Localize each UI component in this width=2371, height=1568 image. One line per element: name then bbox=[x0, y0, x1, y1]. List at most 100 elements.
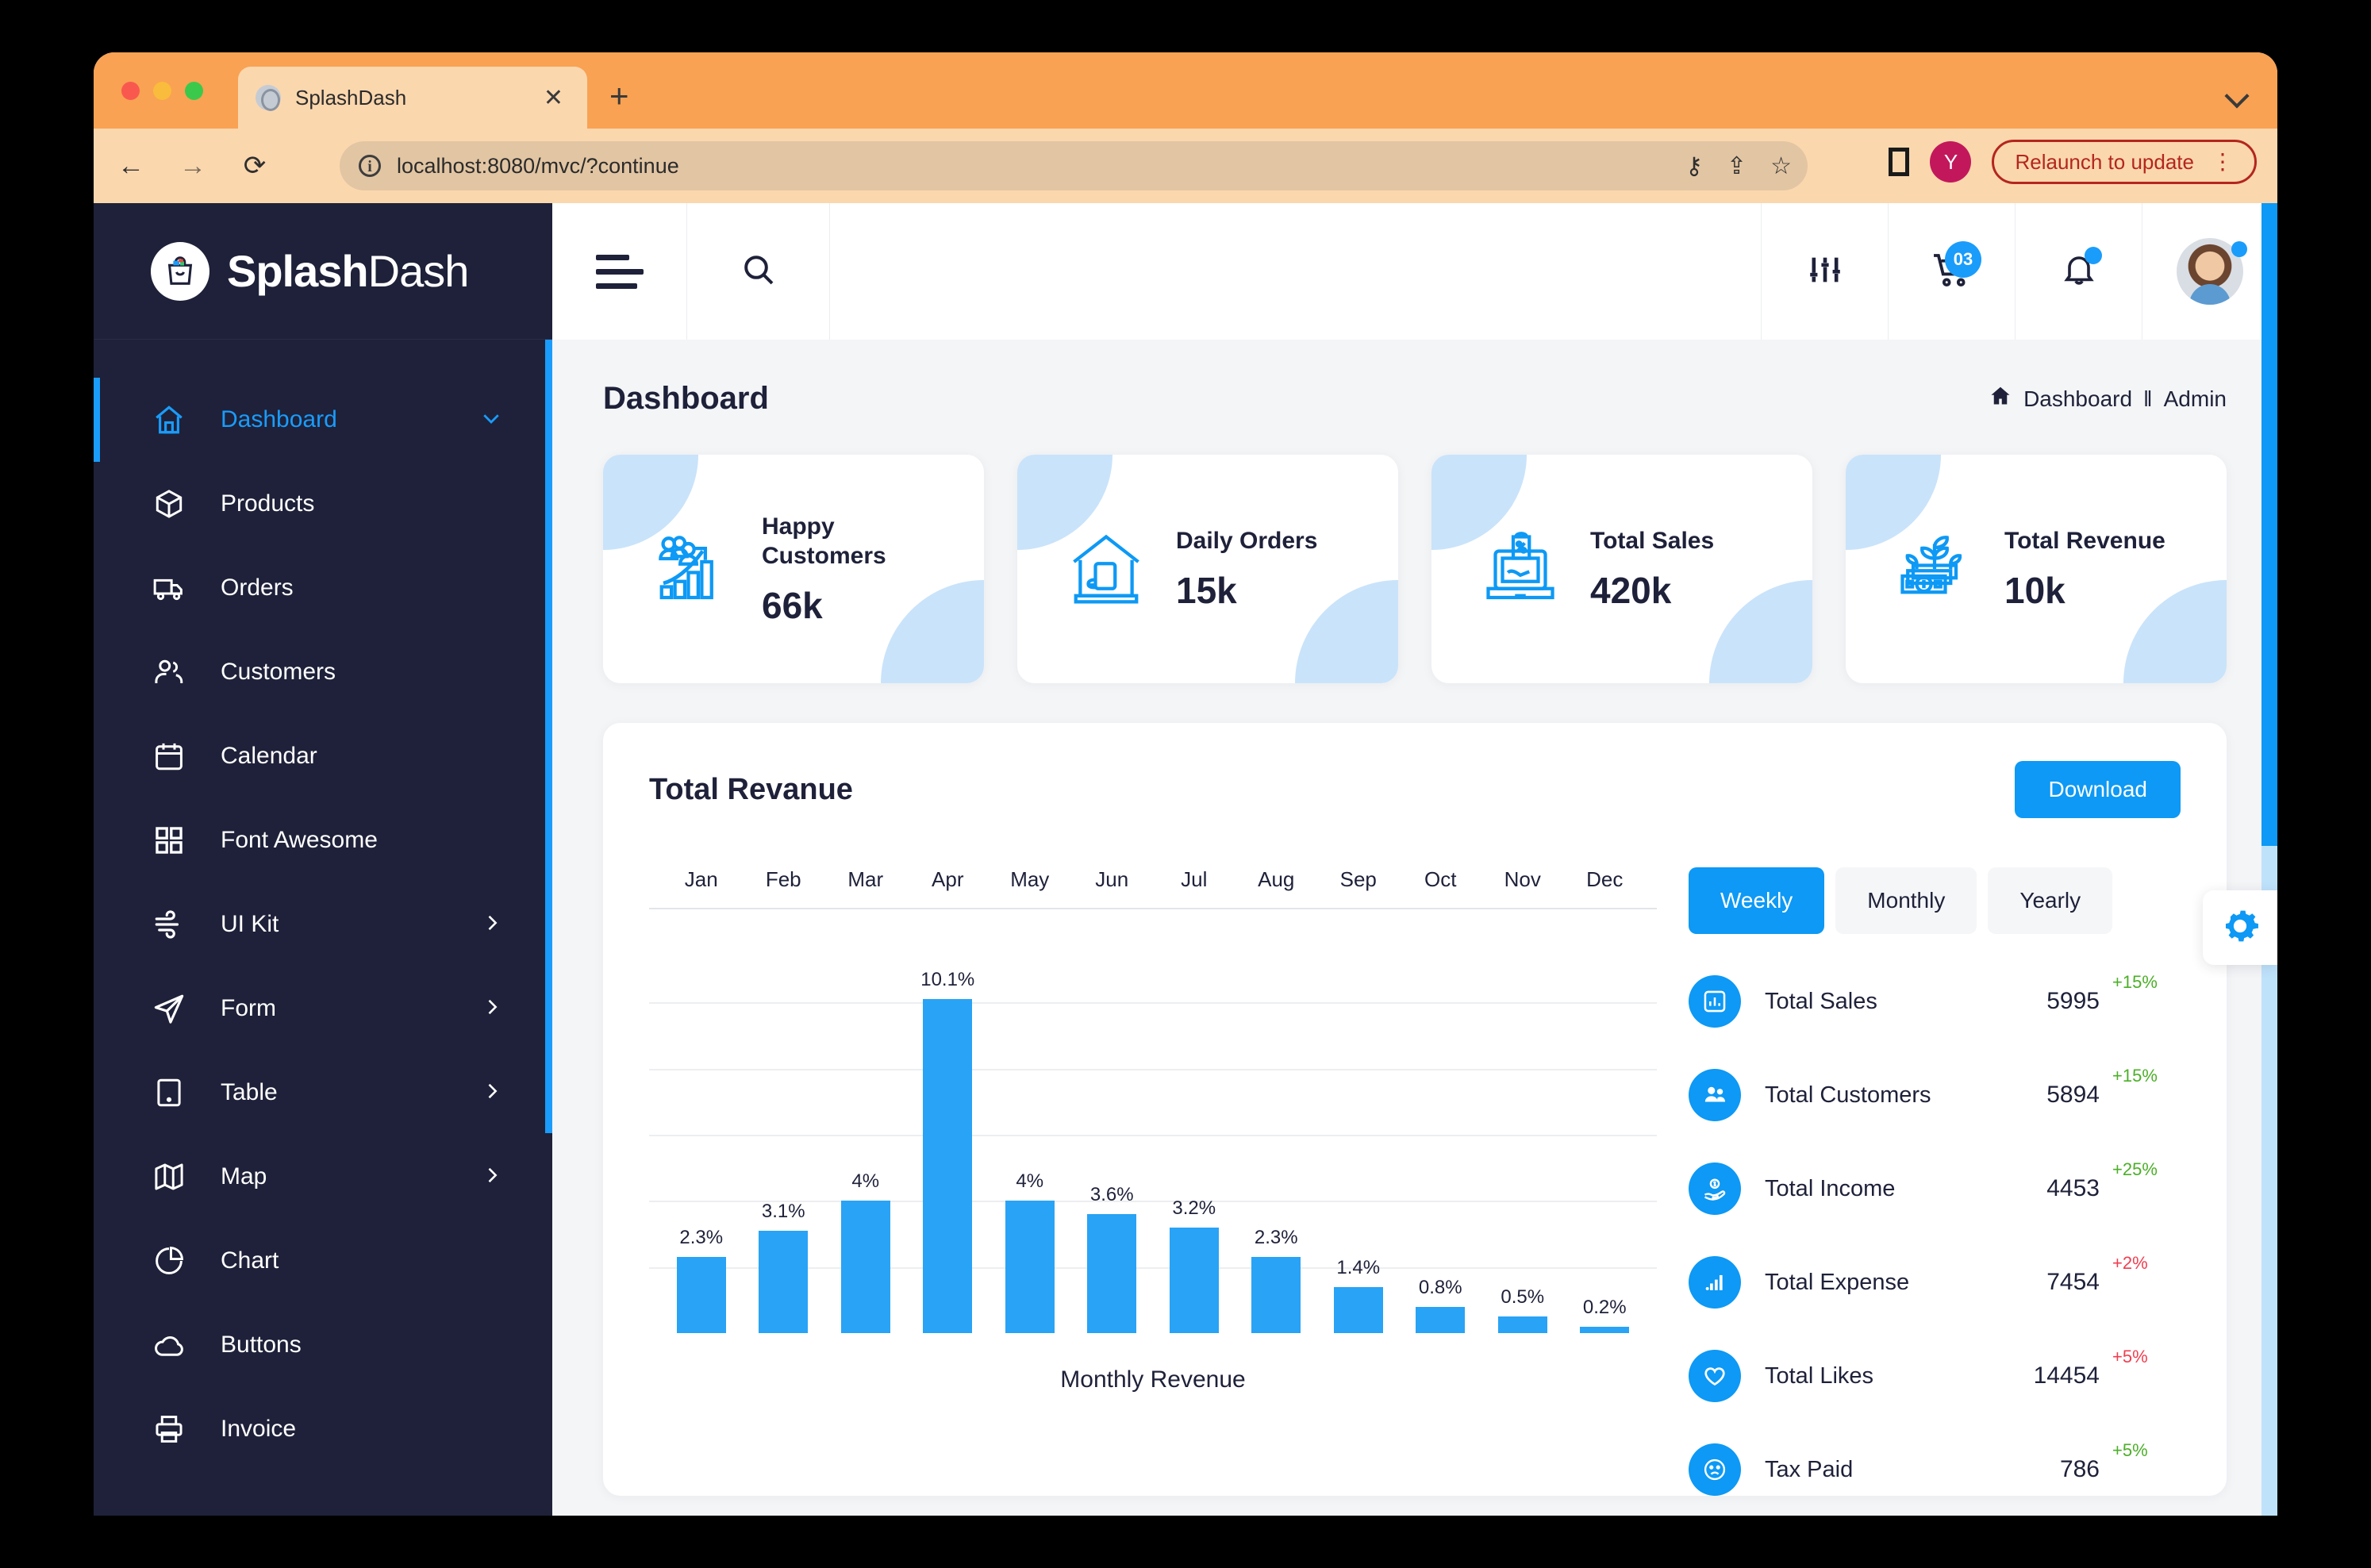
chevron-right-icon[interactable] bbox=[481, 1080, 503, 1106]
sidebar-item-buttons[interactable]: Buttons bbox=[94, 1303, 552, 1387]
shopping-bag-logo-icon bbox=[151, 242, 209, 301]
chart-bar[interactable] bbox=[677, 1257, 726, 1333]
key-icon[interactable]: ⚷ bbox=[1685, 152, 1703, 180]
house-order-icon bbox=[1063, 526, 1149, 612]
search-button[interactable] bbox=[687, 203, 830, 340]
stat-row-value: 7454 bbox=[2046, 1269, 2100, 1296]
address-bar[interactable]: i localhost:8080/mvc/?continue ⚷ ⇪ ☆ bbox=[340, 141, 1808, 190]
close-window-button[interactable] bbox=[121, 82, 140, 100]
menu-toggle-button[interactable] bbox=[552, 203, 687, 340]
new-tab-button[interactable]: + bbox=[609, 79, 629, 113]
relaunch-to-update-button[interactable]: Relaunch to update ⋮ bbox=[1992, 140, 2257, 184]
minimize-window-button[interactable] bbox=[153, 82, 171, 100]
chart-bar-column[interactable]: 3.2% bbox=[1153, 936, 1235, 1333]
chevron-down-icon[interactable] bbox=[479, 406, 503, 434]
brand-logo[interactable]: SplashDash bbox=[94, 203, 552, 340]
stat-row-total-expense[interactable]: Total Expense 7454 +2% bbox=[1689, 1256, 2181, 1309]
tab-yearly[interactable]: Yearly bbox=[1988, 867, 2112, 934]
download-button[interactable]: Download bbox=[2015, 761, 2181, 818]
stat-cards: Happy Customers 66k bbox=[603, 455, 2227, 683]
share-icon[interactable]: ⇪ bbox=[1727, 152, 1747, 180]
page-scrollbar[interactable] bbox=[2261, 203, 2277, 1516]
stat-card-total-revenue[interactable]: Total Revenue 10k bbox=[1846, 455, 2227, 683]
sidebar-item-dashboard[interactable]: Dashboard bbox=[94, 378, 552, 462]
stat-row-total-customers[interactable]: Total Customers 5894 +15% bbox=[1689, 1069, 2181, 1121]
tab-weekly[interactable]: Weekly bbox=[1689, 867, 1824, 934]
sidebar-item-font-awesome[interactable]: Font Awesome bbox=[94, 798, 552, 882]
chart-bar-column[interactable]: 0.8% bbox=[1400, 936, 1482, 1333]
sidebar-item-customers[interactable]: Customers bbox=[94, 630, 552, 714]
truck-icon bbox=[151, 570, 187, 606]
chart-bar[interactable] bbox=[1251, 1257, 1301, 1333]
maximize-window-button[interactable] bbox=[185, 82, 203, 100]
back-button[interactable]: ← bbox=[106, 141, 156, 190]
chart-bar-column[interactable]: 2.3% bbox=[660, 936, 743, 1333]
chart-bar-column[interactable]: 3.6% bbox=[1071, 936, 1154, 1333]
sidebar-item-ui-kit[interactable]: UI Kit bbox=[94, 882, 552, 967]
profile-avatar[interactable]: Y bbox=[1930, 141, 1971, 183]
chart-bar[interactable] bbox=[841, 1201, 890, 1333]
chart-bar-column[interactable]: 10.1% bbox=[907, 936, 990, 1333]
stat-card-total-sales[interactable]: Total Sales 420k bbox=[1431, 455, 1812, 683]
chart-bar-column[interactable]: 2.3% bbox=[1235, 936, 1318, 1333]
stat-row-tax-paid[interactable]: Tax Paid 786 +5% bbox=[1689, 1443, 2181, 1496]
chart-bar-column[interactable]: 3.1% bbox=[743, 936, 825, 1333]
chevron-right-icon[interactable] bbox=[481, 912, 503, 938]
notifications-button[interactable] bbox=[2016, 203, 2142, 340]
page-scrollbar-thumb[interactable] bbox=[2261, 203, 2277, 846]
chevron-down-icon[interactable] bbox=[2224, 83, 2249, 108]
online-status-dot bbox=[2231, 241, 2247, 257]
chart-x-tick: Feb bbox=[743, 867, 825, 892]
filter-settings-button[interactable] bbox=[1762, 203, 1889, 340]
sidebar-item-form[interactable]: Form bbox=[94, 967, 552, 1051]
chart-bar[interactable] bbox=[923, 999, 972, 1333]
stat-row-total-income[interactable]: Total Income 4453 +25% bbox=[1689, 1163, 2181, 1215]
sidebar-item-chart[interactable]: Chart bbox=[94, 1219, 552, 1303]
sidebar-item-calendar[interactable]: Calendar bbox=[94, 714, 552, 798]
reload-button[interactable]: ⟳ bbox=[230, 141, 279, 190]
forward-button[interactable]: → bbox=[168, 141, 217, 190]
chart-bar[interactable] bbox=[1087, 1214, 1136, 1333]
chart-x-tick: Apr bbox=[907, 867, 990, 892]
sidebar-item-invoice[interactable]: Invoice bbox=[94, 1387, 552, 1471]
chart-bar[interactable] bbox=[1170, 1228, 1219, 1333]
browser-tab[interactable]: SplashDash ✕ bbox=[238, 67, 587, 129]
browser-menu-icon[interactable]: ⋮ bbox=[2212, 156, 2234, 167]
sidebar-item-products[interactable]: Products bbox=[94, 462, 552, 546]
stat-row-total-sales[interactable]: Total Sales 5995 +15% bbox=[1689, 975, 2181, 1028]
sidebar: SplashDash Dashboard Products Orders bbox=[94, 203, 552, 1516]
chart-bar[interactable] bbox=[1334, 1287, 1383, 1333]
sidebar-item-table[interactable]: Table bbox=[94, 1051, 552, 1135]
chart-bar[interactable] bbox=[1005, 1201, 1055, 1333]
star-icon[interactable]: ☆ bbox=[1770, 152, 1792, 180]
chart-bar-column[interactable]: 0.2% bbox=[1564, 936, 1647, 1333]
theme-settings-button[interactable] bbox=[2203, 890, 2277, 965]
close-icon[interactable]: ✕ bbox=[537, 84, 570, 112]
site-info-icon[interactable]: i bbox=[359, 155, 381, 177]
stat-row-total-likes[interactable]: Total Likes 14454 +5% bbox=[1689, 1350, 2181, 1402]
chart-bar-column[interactable]: 0.5% bbox=[1481, 936, 1564, 1333]
tab-monthly[interactable]: Monthly bbox=[1835, 867, 1977, 934]
chart-bar-column[interactable]: 4% bbox=[824, 936, 907, 1333]
chevron-right-icon[interactable] bbox=[481, 996, 503, 1022]
chart-bar[interactable] bbox=[1498, 1316, 1547, 1333]
cart-button[interactable]: 03 bbox=[1889, 203, 2016, 340]
breadcrumb-current[interactable]: Dashboard bbox=[2023, 386, 2132, 412]
omnibox-actions: ⚷ ⇪ ☆ bbox=[1685, 152, 1792, 180]
chart-bar-column[interactable]: 1.4% bbox=[1317, 936, 1400, 1333]
stat-card-happy-customers[interactable]: Happy Customers 66k bbox=[603, 455, 984, 683]
sidebar-scrollbar[interactable] bbox=[545, 340, 552, 1133]
sidebar-item-label: Dashboard bbox=[221, 406, 337, 433]
extensions-icon[interactable] bbox=[1889, 148, 1909, 176]
stat-card-daily-orders[interactable]: Daily Orders 15k bbox=[1017, 455, 1398, 683]
chart-bar-value-label: 2.3% bbox=[679, 1227, 723, 1249]
chart-bar[interactable] bbox=[759, 1231, 808, 1333]
expense-icon bbox=[1689, 1256, 1741, 1309]
chart-bar[interactable] bbox=[1580, 1327, 1629, 1333]
chevron-right-icon[interactable] bbox=[481, 1164, 503, 1190]
sidebar-item-map[interactable]: Map bbox=[94, 1135, 552, 1219]
sidebar-item-orders[interactable]: Orders bbox=[94, 546, 552, 630]
chart-bar-column[interactable]: 4% bbox=[989, 936, 1071, 1333]
user-menu-button[interactable] bbox=[2142, 203, 2277, 340]
chart-bar[interactable] bbox=[1416, 1307, 1465, 1333]
